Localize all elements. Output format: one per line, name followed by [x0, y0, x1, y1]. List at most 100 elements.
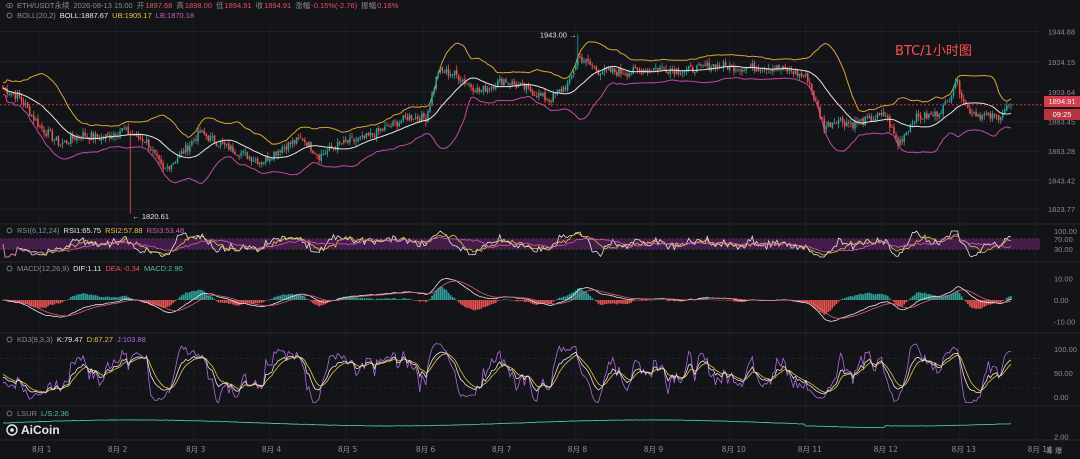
candle-body: [156, 153, 158, 156]
macd-histogram-bar: [523, 300, 526, 302]
candle-body: [340, 143, 343, 145]
aicoin-logo-text: AiCoin: [21, 423, 60, 437]
candle-body: [57, 136, 60, 146]
candle-body: [934, 111, 936, 117]
macd-histogram-bar: [605, 300, 608, 304]
candle-body: [499, 78, 501, 82]
candle-body: [718, 65, 721, 67]
macd-histogram-bar: [714, 300, 717, 301]
candle-body: [139, 137, 142, 139]
macd-histogram-bar: [447, 292, 450, 300]
macd-histogram-bar: [449, 295, 452, 300]
candle-body: [587, 59, 589, 62]
candle-body: [213, 135, 216, 143]
candle-body: [228, 143, 230, 151]
settings-icon[interactable]: [6, 265, 13, 272]
macd-histogram-bar: [669, 300, 672, 301]
candle-body: [741, 69, 743, 72]
macd-histogram-bar: [817, 300, 819, 310]
macd-histogram-bar: [211, 297, 214, 300]
macd-histogram-bar: [634, 300, 637, 301]
candle-body: [507, 82, 509, 84]
macd-histogram-bar: [905, 300, 908, 303]
candle-body: [800, 73, 803, 77]
macd-histogram-bar: [51, 300, 54, 305]
macd-histogram-bar: [1006, 297, 1008, 300]
candle-body: [246, 152, 249, 159]
macd-histogram-bar: [98, 296, 101, 300]
candle-body: [119, 131, 121, 136]
rsi3-value: RSI3:53.48: [146, 226, 185, 235]
eye-icon[interactable]: [6, 2, 13, 9]
macd-histogram-bar: [521, 300, 524, 301]
candle-body: [954, 81, 957, 88]
candle-body: [989, 113, 992, 119]
current-price-tag: 1894.91: [1044, 96, 1080, 107]
candle-body: [652, 68, 655, 71]
macd-histogram-bar: [503, 299, 505, 300]
macd-histogram-bar: [603, 300, 606, 305]
macd-histogram-bar: [82, 293, 84, 300]
macd-histogram-bar: [860, 293, 862, 300]
settings-icon[interactable]: [6, 227, 13, 234]
macd-histogram-bar: [43, 300, 45, 308]
candle-body: [152, 149, 154, 151]
macd-header: MACD(12,26,9) DIF:1.11 DEA:-0.34 MACD:2.90: [6, 264, 187, 274]
candles-group: [2, 34, 1012, 214]
candle-body: [870, 116, 873, 122]
macd-histogram-bar: [722, 299, 725, 301]
macd-histogram-bar: [314, 300, 316, 305]
candle-body: [180, 151, 183, 154]
candle-body: [880, 112, 883, 115]
candle-body: [145, 139, 148, 143]
candle-body: [394, 120, 396, 122]
candle-body: [377, 128, 380, 132]
candle-body: [546, 99, 548, 101]
candle-body: [628, 73, 630, 77]
candle-body: [49, 129, 52, 132]
macd-histogram-bar: [671, 300, 674, 301]
candle-body: [642, 70, 645, 74]
candle-body: [244, 151, 247, 153]
macd-histogram-bar: [47, 300, 50, 306]
macd-histogram-bar: [876, 293, 879, 300]
macd-histogram-bar: [76, 294, 78, 300]
candle-body: [599, 74, 602, 76]
candle-body: [189, 145, 191, 152]
macd-histogram-bar: [616, 300, 618, 305]
candle-body: [406, 116, 409, 121]
candle-body: [324, 153, 327, 155]
candle-body: [262, 162, 265, 164]
candle-body: [956, 80, 959, 82]
settings-icon[interactable]: [6, 410, 13, 417]
macd-histogram-bar: [457, 300, 460, 303]
macd-histogram-bar: [55, 300, 58, 304]
candle-body: [905, 132, 908, 136]
change-value: -0.15%(-2.76): [311, 1, 358, 10]
candle-body: [960, 93, 963, 99]
candle-body: [973, 112, 975, 114]
settings-icon[interactable]: [6, 336, 13, 343]
macd-histogram-bar: [394, 298, 396, 300]
macd-histogram-bar: [862, 294, 864, 300]
macd-histogram-bar: [962, 299, 965, 300]
candle-body: [306, 142, 308, 147]
macd-histogram-bar: [281, 294, 284, 300]
candle-body: [466, 82, 468, 84]
macd-histogram-bar: [191, 291, 193, 300]
candle-body: [345, 139, 347, 142]
candle-body: [455, 69, 458, 75]
macd-histogram-bar: [903, 300, 906, 305]
candle-body: [160, 159, 162, 164]
j-value: J:103.88: [117, 335, 146, 344]
liquidation-toggle-button[interactable]: 筹 爆: [1046, 446, 1062, 456]
macd-histogram-bar: [228, 300, 230, 304]
macd-histogram-bar: [182, 294, 185, 300]
macd-histogram-bar: [850, 295, 852, 300]
candle-body: [696, 65, 698, 73]
candle-body: [579, 55, 581, 58]
settings-icon[interactable]: [6, 12, 13, 19]
macd-histogram-bar: [466, 300, 468, 308]
time-axis-tick: 8月 2: [108, 445, 128, 454]
candle-body: [92, 133, 95, 139]
